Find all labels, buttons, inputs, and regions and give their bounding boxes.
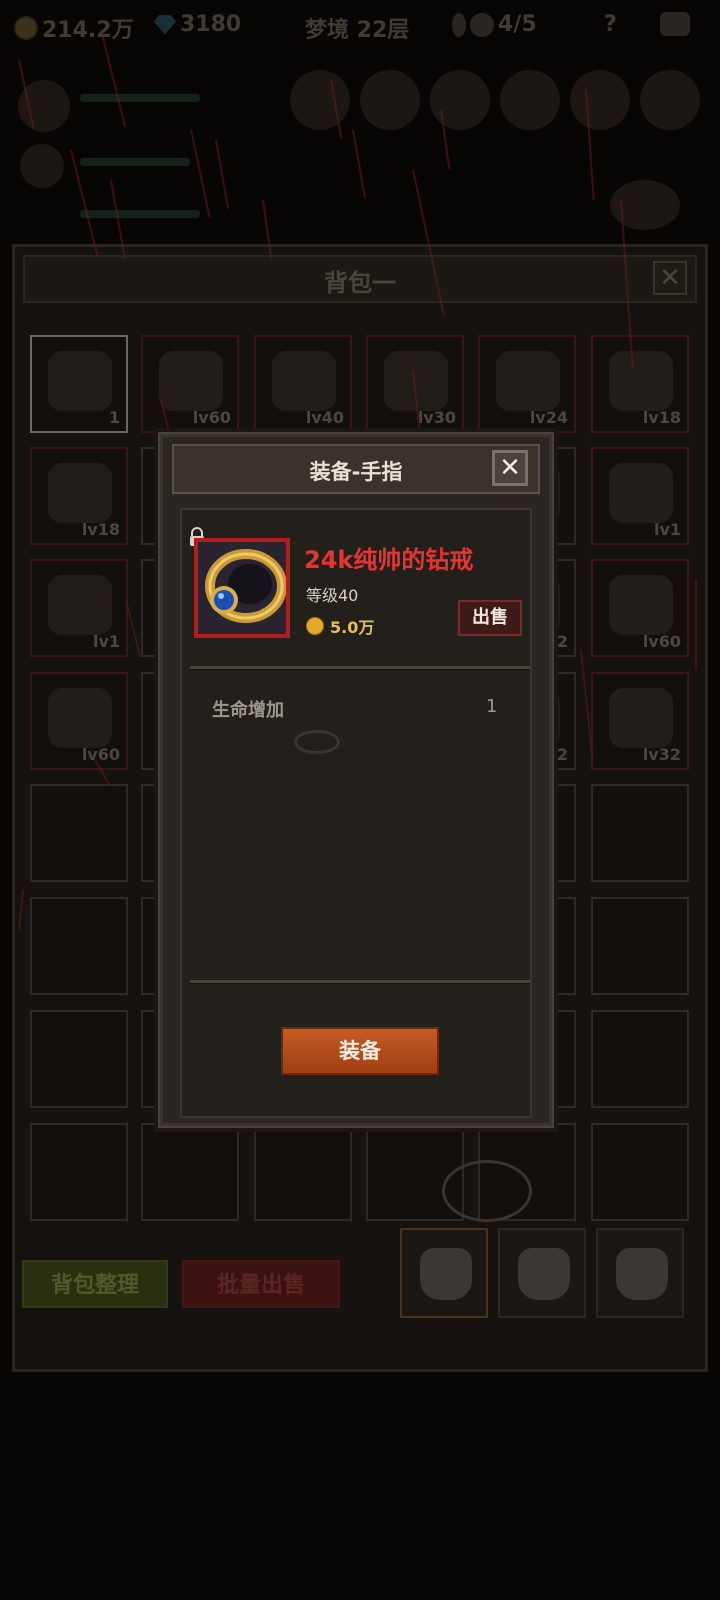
inventory-slot[interactable] xyxy=(30,897,128,995)
divider xyxy=(190,980,530,984)
modal-title: 装备-手指 xyxy=(309,460,403,484)
bag-tab-2[interactable] xyxy=(498,1228,586,1318)
backpack-icon xyxy=(420,1248,472,1300)
slot-level: 2 xyxy=(556,632,568,651)
backpack-icon xyxy=(616,1248,668,1300)
slot-level: lv18 xyxy=(81,520,120,539)
item-icon xyxy=(609,688,673,748)
hp-bar xyxy=(80,158,190,166)
equip-button[interactable]: 装备 xyxy=(281,1027,439,1075)
wings-icon[interactable] xyxy=(660,12,690,36)
hero-portrait xyxy=(20,144,64,188)
inventory-slot[interactable]: lv40 xyxy=(254,335,352,433)
key-icon xyxy=(452,12,466,37)
swirl-decoration xyxy=(442,1160,532,1222)
swirl-decoration xyxy=(294,730,340,754)
inventory-slot[interactable] xyxy=(591,1010,689,1108)
slot-level: lv1 xyxy=(653,520,681,539)
equip-slot-bg xyxy=(430,70,490,130)
item-icon xyxy=(609,463,673,523)
modal-header: 装备-手指 ✕ xyxy=(172,444,540,494)
inventory-slot[interactable] xyxy=(30,784,128,882)
hp-bar xyxy=(80,94,200,102)
inventory-slot[interactable] xyxy=(591,784,689,882)
item-icon xyxy=(609,575,673,635)
divider xyxy=(190,666,530,670)
gold-coin-icon xyxy=(14,16,38,40)
gem-counter: 3180 xyxy=(154,12,241,37)
item-name: 24k纯帅的钻戒 xyxy=(304,546,474,574)
stage-label: 梦境 22层 xyxy=(305,18,410,43)
equip-slot-bg xyxy=(640,70,700,130)
item-icon xyxy=(272,351,336,411)
slot-level: 2 xyxy=(556,745,568,764)
slot-level: lv30 xyxy=(417,408,456,427)
item-icon xyxy=(48,688,112,748)
item-icon xyxy=(609,351,673,411)
bag-tab-1[interactable] xyxy=(400,1228,488,1318)
inventory-slot[interactable] xyxy=(30,1010,128,1108)
slot-level: lv32 xyxy=(642,745,681,764)
inventory-slot[interactable] xyxy=(254,1123,352,1221)
stat-value: 1 xyxy=(486,696,498,717)
inventory-slot[interactable]: lv18 xyxy=(591,335,689,433)
stat-name: 生命增加 xyxy=(212,700,284,721)
equip-slot-bg xyxy=(360,70,420,130)
item-icon xyxy=(48,351,112,411)
ring-icon xyxy=(205,549,287,623)
inventory-slot[interactable] xyxy=(30,1123,128,1221)
slot-level: lv24 xyxy=(529,408,568,427)
bag-tab-3[interactable] xyxy=(596,1228,684,1318)
inventory-slot[interactable] xyxy=(141,1123,239,1221)
skull-counter: 4/5 xyxy=(452,12,537,37)
inventory-slot[interactable]: 1 xyxy=(30,335,128,433)
background-scene xyxy=(0,60,720,240)
inventory-slot[interactable]: lv60 xyxy=(30,672,128,770)
inventory-slot[interactable] xyxy=(591,897,689,995)
gold-coin-icon xyxy=(306,617,324,635)
equip-slot-bg xyxy=(500,70,560,130)
sort-bag-button[interactable]: 背包整理 xyxy=(22,1260,168,1308)
slot-level: lv60 xyxy=(642,632,681,651)
slot-level: lv40 xyxy=(305,408,344,427)
backpack-header: 背包一 ✕ xyxy=(23,255,697,303)
equip-slot-bg xyxy=(570,70,630,130)
inventory-slot[interactable] xyxy=(591,1123,689,1221)
help-button[interactable]: ? xyxy=(604,12,617,37)
gem-icon xyxy=(154,14,176,35)
slot-level: lv60 xyxy=(192,408,231,427)
gold-counter: 214.2万 xyxy=(14,12,134,44)
slot-level: lv60 xyxy=(81,745,120,764)
inventory-slot[interactable]: lv1 xyxy=(30,559,128,657)
item-level: 等级40 xyxy=(306,586,359,605)
backpack-close-button[interactable]: ✕ xyxy=(653,261,687,295)
equip-slot-bg xyxy=(290,70,350,130)
item-icon-frame xyxy=(194,538,290,638)
inventory-slot[interactable]: lv24 xyxy=(478,335,576,433)
top-hud: 214.2万 3180 梦境 22层 4/5 ? xyxy=(0,0,720,52)
item-icon xyxy=(48,575,112,635)
inventory-slot[interactable]: lv1 xyxy=(591,447,689,545)
sell-button[interactable]: 出售 xyxy=(458,600,522,636)
slot-level: lv18 xyxy=(642,408,681,427)
hp-bar xyxy=(80,210,200,218)
inventory-slot[interactable]: lv18 xyxy=(30,447,128,545)
slot-level: 1 xyxy=(108,408,120,427)
slot-level: lv1 xyxy=(92,632,120,651)
inventory-slot[interactable]: lv60 xyxy=(591,559,689,657)
backpack-icon xyxy=(518,1248,570,1300)
inventory-slot[interactable]: lv60 xyxy=(141,335,239,433)
backpack-title: 背包一 xyxy=(324,269,396,297)
inventory-slot[interactable]: lv32 xyxy=(591,672,689,770)
equipment-detail-modal: 装备-手指 ✕ xyxy=(158,432,554,1128)
close-icon[interactable]: ✕ xyxy=(492,450,528,486)
skull-icon xyxy=(470,12,494,37)
item-icon xyxy=(159,351,223,411)
item-price: 5.0万 xyxy=(306,614,374,638)
item-icon xyxy=(48,463,112,523)
batch-sell-button[interactable]: 批量出售 xyxy=(182,1260,340,1308)
item-icon xyxy=(496,351,560,411)
rain-streak xyxy=(695,580,697,670)
